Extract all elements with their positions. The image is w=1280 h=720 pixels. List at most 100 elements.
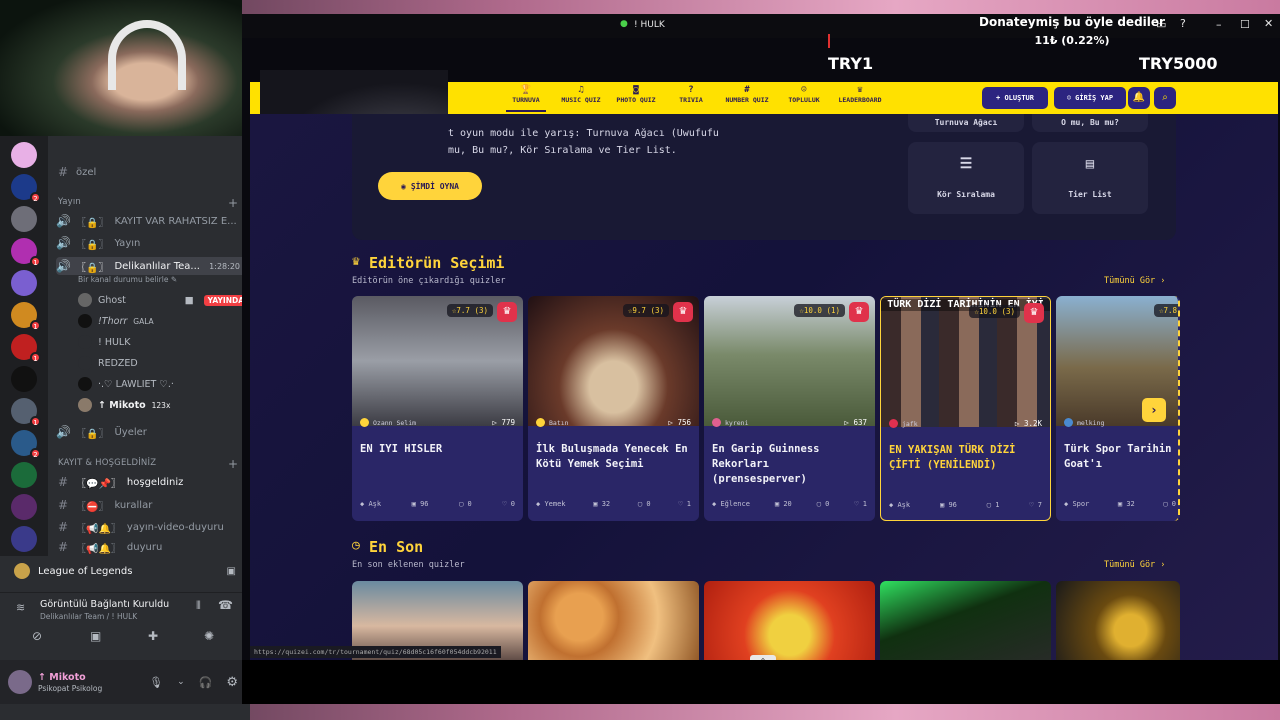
category-header[interactable]: KAYIT & HOŞGELDİNİZ <box>58 458 156 468</box>
channel-status[interactable]: Bir kanal durumu belirle ✎ <box>78 275 177 284</box>
login-button[interactable]: ☺ GİRİŞ YAP <box>1054 87 1126 109</box>
server-icon[interactable] <box>11 206 37 232</box>
user-info[interactable]: ↑ Mikoto Psikopat Psikolog <box>38 672 102 693</box>
quiz-card-hovered[interactable]: TÜRK DİZİ TARİHİNİN EN İYİ ☆10.0 (3) ♛ j… <box>880 296 1051 521</box>
nav-leaderboard[interactable]: ♛ LEADERBOARD <box>834 84 886 112</box>
mode-turnuva[interactable]: Turnuva Ağacı <box>908 114 1024 132</box>
nav-number-quiz[interactable]: # NUMBER QUIZ <box>720 84 774 112</box>
quiz-title: EN IYI HISLER <box>360 443 443 455</box>
server-icon[interactable] <box>11 526 37 552</box>
text-channel-yayin-video[interactable]: # 〖📢🔔〗 yayın-video-duyuru <box>56 518 246 536</box>
nav-turnuva[interactable]: 🏆 TURNUVA <box>506 84 546 112</box>
goal-end: TRY5000 <box>1139 54 1218 73</box>
camera-off-icon[interactable]: ⊘ <box>32 629 42 643</box>
hero-description-1: t oyun modu ile yarış: Turnuva Ağacı (Uw… <box>448 128 719 139</box>
member-ghost[interactable]: Ghost ■ YAYINDA <box>78 291 248 309</box>
camera-icon: ■ <box>184 294 194 306</box>
activities-icon[interactable]: ✚ <box>148 629 158 643</box>
editors-see-all-link[interactable]: Tümünü Gör › <box>1104 276 1165 286</box>
member-mikoto[interactable]: ↑ Mikoto 123x <box>78 396 248 414</box>
recent-quiz-thumbnail[interactable] <box>880 581 1051 660</box>
category-header[interactable]: Yayın <box>58 197 81 207</box>
voice-channel-kayit[interactable]: 🔊 〖🔒〗 KAYIT VAR RAHATSIZ E... <box>56 212 246 230</box>
mode-kor-siralama[interactable]: ☰ Kör Sıralama <box>908 142 1024 214</box>
server-icon[interactable] <box>11 366 37 392</box>
server-icon[interactable]: 2 <box>11 174 41 203</box>
window-title: ! HULK <box>634 20 665 30</box>
author[interactable]: Ozann Selim <box>360 418 416 427</box>
text-channel-ozel[interactable]: # özel <box>56 163 246 181</box>
create-button[interactable]: + OLUŞTUR <box>982 87 1048 109</box>
close-icon[interactable]: ✕ <box>1264 17 1273 30</box>
category: ◆ Yemek <box>536 500 566 508</box>
activity-bar[interactable]: League of Legends ▣ <box>0 560 250 582</box>
author[interactable]: kyreni <box>712 418 748 427</box>
rating-badge: ☆9.7 (3) <box>622 304 669 317</box>
voice-channel-name[interactable]: Delikanlılar Team / ! HULK <box>40 612 137 621</box>
user-avatar[interactable] <box>8 670 32 694</box>
server-icon[interactable] <box>11 462 37 488</box>
voice-channel-yayin[interactable]: 🔊 〖🔒〗 Yayın <box>56 234 246 252</box>
play-now-button[interactable]: ◉ ŞİMDİ OYNA <box>378 172 482 200</box>
bell-icon[interactable]: 🔔 <box>1128 87 1150 109</box>
voice-channel-uyeler[interactable]: 🔊 〖🔒〗 Üyeler <box>56 423 246 441</box>
author[interactable]: melking <box>1064 418 1104 427</box>
nav-topluluk[interactable]: ☺ TOPLULUK <box>784 84 824 112</box>
nav-photo-quiz[interactable]: ◙ PHOTO QUIZ <box>612 84 660 112</box>
discord-sidebar: 2 1 1 1 1 2 # özel Yayın + 🔊 〖🔒〗 KAYIT VAR … <box>0 136 250 720</box>
member-hulk[interactable]: ! HULK <box>78 333 248 351</box>
member-thorr[interactable]: !Thorr GALA <box>78 312 248 330</box>
microphone-icon[interactable]: 🎙 <box>149 676 163 689</box>
rating-badge: ☆10.0 (3) <box>969 305 1020 318</box>
quiz-title: En Garip Guinness Rekorları (prensesperv… <box>712 443 820 485</box>
author[interactable]: Batın <box>536 418 569 427</box>
recent-quiz-thumbnail[interactable] <box>704 581 875 660</box>
noise-icon[interactable]: ⦀ <box>196 599 201 613</box>
text-channel-duyuru[interactable]: # 〖📢🔔〗 duyuru <box>56 540 246 554</box>
server-icon[interactable]: 1 <box>11 302 41 331</box>
nav-trivia[interactable]: ? TRIVIA <box>676 84 706 112</box>
quiz-stats: ◆ Aşk ▣ 96 ▢ 1 ♡ 7 <box>889 501 1042 509</box>
screen: 2 1 1 1 1 2 # özel Yayın + 🔊 〖🔒〗 KAYIT VAR … <box>0 0 1280 720</box>
server-icon[interactable] <box>11 494 37 520</box>
quiz-card[interactable]: ☆7.7 (3) ♛ Ozann Selim ▷ 779 EN IYI HISL… <box>352 296 523 521</box>
text-channel-kurallar[interactable]: # 〖⛔〗 kurallar <box>56 496 246 514</box>
soundboard-icon[interactable]: ✺ <box>204 629 214 643</box>
server-icon[interactable] <box>11 270 37 296</box>
carousel-next-button[interactable]: › <box>1142 398 1166 422</box>
category: ◆ Eğlence <box>712 500 750 508</box>
screenshare-icon[interactable]: ▣ <box>90 629 101 643</box>
recent-quiz-thumbnail[interactable] <box>1056 581 1180 660</box>
quiz-card[interactable]: ☆9.7 (3) ♛ Batın ▷ 756 İlk Buluşmada Yen… <box>528 296 699 521</box>
quiz-card[interactable]: ☆10.0 (1) ♛ kyreni ▷ 637 En Garip Guinne… <box>704 296 875 521</box>
mode-o-mu-bu-mu[interactable]: O mu, Bu mu? <box>1032 114 1148 132</box>
chevron-down-icon[interactable]: ⌄ <box>177 677 185 687</box>
server-icon[interactable]: 2 <box>11 430 41 459</box>
voice-channel-delikanlilar[interactable]: 🔊 〖🔒〗 Delikanlılar Tea... 1:28:20 <box>56 257 246 275</box>
gear-icon[interactable]: ⚙ <box>226 675 238 690</box>
minimize-icon[interactable]: – <box>1216 18 1222 31</box>
text-channel-hosgeldiniz[interactable]: # 〖💬📌〗 hoşgeldiniz <box>56 473 246 491</box>
play-count: ▷ 756 <box>668 418 691 427</box>
add-channel-icon[interactable]: + <box>228 196 238 210</box>
status-dot-icon: ● <box>620 19 628 29</box>
server-icon[interactable] <box>11 142 37 168</box>
item-count: ▣ 32 <box>593 500 611 508</box>
comment-count: ▢ 0 <box>816 500 830 508</box>
mode-tier-list[interactable]: ▤ Tier List <box>1032 142 1148 214</box>
search-icon[interactable]: ⌕ <box>1154 87 1176 109</box>
maximize-icon[interactable]: ☐ <box>1240 18 1250 31</box>
disconnect-icon[interactable]: ☎ <box>218 598 233 612</box>
nav-music-quiz[interactable]: ♫ MUSIC QUIZ <box>556 84 606 112</box>
server-icon[interactable]: 1 <box>11 398 41 427</box>
headset-icon[interactable]: 🎧 <box>199 676 213 689</box>
recent-quiz-thumbnail[interactable] <box>528 581 699 660</box>
server-icon[interactable]: 1 <box>11 238 41 267</box>
add-channel-icon[interactable]: + <box>228 457 238 471</box>
author[interactable]: jafk <box>889 419 918 428</box>
recent-see-all-link[interactable]: Tümünü Gör › <box>1104 560 1165 570</box>
member-redzed[interactable]: REDZED <box>78 354 248 372</box>
server-icon[interactable]: 1 <box>11 334 41 363</box>
member-lawliet[interactable]: ·.♡ LAWLIET ♡.· <box>78 375 248 393</box>
game-overlay-icon[interactable]: ▣ <box>227 566 236 577</box>
